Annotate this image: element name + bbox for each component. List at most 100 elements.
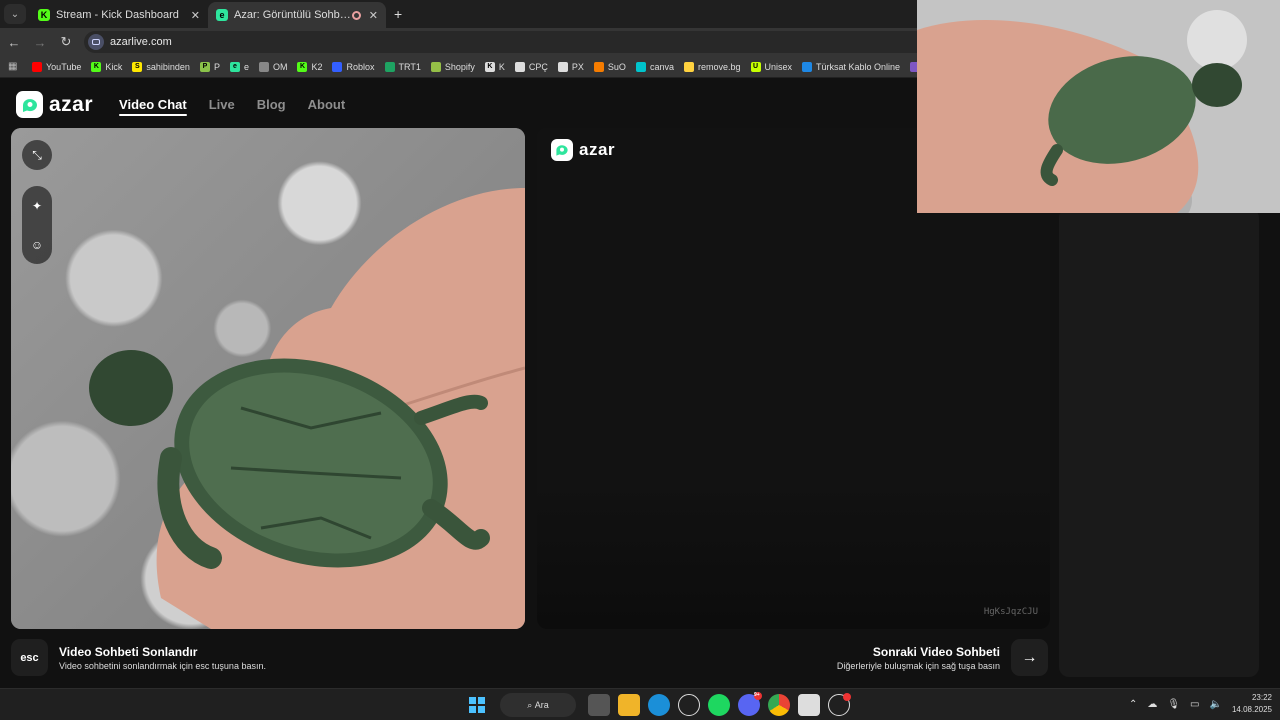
windows-start-icon[interactable] bbox=[466, 694, 488, 716]
recording-indicator-icon bbox=[351, 10, 361, 20]
azar-page: azar Video Chat Live Blog About ⤡ ✦ ☺ az… bbox=[0, 0, 1280, 688]
new-tab-button[interactable]: + bbox=[394, 6, 402, 22]
bookmark-label: TRT1 bbox=[398, 61, 421, 72]
bookmark-favicon-icon bbox=[593, 61, 604, 72]
whatsapp-icon[interactable] bbox=[798, 694, 820, 716]
search-label: Ara bbox=[534, 700, 549, 710]
bookmark-item[interactable]: K Kick bbox=[91, 61, 123, 72]
bookmark-favicon-icon: K bbox=[91, 61, 102, 72]
nav-video-chat[interactable]: Video Chat bbox=[119, 97, 187, 116]
nav-live[interactable]: Live bbox=[209, 97, 235, 112]
bookmark-item[interactable]: OM bbox=[258, 61, 287, 72]
kick-icon: K bbox=[38, 9, 50, 21]
bookmark-item[interactable]: canva bbox=[635, 61, 674, 72]
bookmark-label: P bbox=[213, 61, 220, 72]
azar-logo-icon bbox=[551, 139, 573, 161]
close-tab-icon[interactable]: ✕ bbox=[369, 9, 378, 22]
pip-turtle-frame bbox=[917, 0, 1280, 213]
task-view-icon[interactable] bbox=[588, 694, 610, 716]
volume-icon[interactable]: 🔈 bbox=[1210, 699, 1222, 710]
bookmark-item[interactable]: SuO bbox=[593, 61, 626, 72]
chatgpt-icon[interactable] bbox=[678, 694, 700, 716]
bookmark-item[interactable]: Roblox bbox=[332, 61, 375, 72]
network-icon[interactable]: ▭ bbox=[1190, 699, 1199, 710]
sparkle-effects-icon[interactable]: ✦ bbox=[32, 199, 42, 213]
bookmark-item[interactable]: KK bbox=[484, 61, 505, 72]
close-tab-icon[interactable]: ✕ bbox=[191, 9, 200, 22]
effects-toolbar: ✦ ☺ bbox=[22, 186, 52, 264]
bookmark-item[interactable]: Türksat Kablo Online bbox=[802, 61, 901, 72]
discord-badge: 9+ bbox=[754, 692, 762, 700]
bookmark-favicon-icon bbox=[332, 61, 343, 72]
bookmark-label: e bbox=[243, 61, 249, 72]
bookmark-favicon-icon bbox=[430, 61, 441, 72]
file-explorer-icon[interactable] bbox=[618, 694, 640, 716]
nav-about[interactable]: About bbox=[308, 97, 346, 112]
taskbar-apps: ⌕ Ara 9+ bbox=[462, 692, 854, 717]
watermark-text: azar bbox=[579, 140, 616, 159]
bookmark-label: Kick bbox=[105, 61, 123, 72]
clock[interactable]: 23:22 14.08.2025 bbox=[1232, 692, 1272, 716]
bookmark-favicon-icon bbox=[258, 61, 269, 72]
partner-id: HgKsJqzCJU bbox=[983, 607, 1038, 617]
tab-title: Stream - Kick Dashboard bbox=[56, 9, 179, 21]
edge-icon[interactable] bbox=[648, 694, 670, 716]
bookmark-item[interactable]: TRT1 bbox=[384, 61, 421, 72]
bookmark-label: Shopify bbox=[444, 61, 475, 72]
bookmark-item[interactable]: CPÇ bbox=[514, 61, 548, 72]
bookmark-favicon-icon bbox=[802, 61, 813, 72]
bookmark-favicon-icon: K bbox=[297, 61, 308, 72]
bookmark-label: PX bbox=[571, 61, 584, 72]
picture-in-picture-video[interactable] bbox=[917, 0, 1280, 213]
recording-dot bbox=[843, 693, 851, 701]
microphone-icon[interactable]: 🎙 bbox=[1167, 699, 1180, 710]
bookmark-item[interactable]: PP bbox=[199, 61, 220, 72]
azar-logo-icon[interactable] bbox=[16, 91, 43, 118]
site-info-icon[interactable] bbox=[88, 34, 104, 50]
chrome-icon[interactable] bbox=[768, 694, 790, 716]
nav-blog[interactable]: Blog bbox=[257, 97, 286, 112]
discord-icon[interactable]: 9+ bbox=[738, 692, 762, 716]
end-chat-description: Video sohbetini sonlandırmak için esc tu… bbox=[59, 661, 266, 671]
end-chat-button[interactable]: esc bbox=[11, 639, 48, 676]
tab-azar[interactable]: e Azar: Görüntülü Sohbet, Ar... ✕ bbox=[208, 2, 386, 28]
bookmark-item[interactable]: U Unisex bbox=[750, 61, 792, 72]
spotify-icon[interactable] bbox=[708, 694, 730, 716]
apps-grid-icon[interactable]: ▦ bbox=[8, 61, 20, 72]
onedrive-icon[interactable]: ☁ bbox=[1147, 699, 1157, 710]
reload-icon[interactable]: ↻ bbox=[54, 34, 78, 50]
bookmark-item[interactable]: PX bbox=[557, 61, 584, 72]
side-chat-panel bbox=[1059, 208, 1259, 677]
video-frame-turtle bbox=[89, 188, 525, 629]
exit-fullscreen-button[interactable]: ⤡ bbox=[22, 140, 52, 170]
next-chat-title: Sonraki Video Sohbeti bbox=[872, 645, 1000, 659]
obs-icon[interactable] bbox=[828, 693, 851, 716]
next-chat-button[interactable]: → bbox=[1011, 639, 1048, 676]
bookmark-favicon-icon: U bbox=[750, 61, 761, 72]
bookmark-label: Türksat Kablo Online bbox=[816, 61, 901, 72]
bookmark-item[interactable]: remove.bg bbox=[683, 61, 741, 72]
bookmark-favicon-icon bbox=[635, 61, 646, 72]
bookmark-label: CPÇ bbox=[528, 61, 548, 72]
tray-overflow-icon[interactable]: ⌃ bbox=[1129, 699, 1137, 710]
bookmark-label: K2 bbox=[311, 61, 323, 72]
bookmark-label: canva bbox=[649, 61, 674, 72]
bookmark-item[interactable]: Shopify bbox=[430, 61, 475, 72]
back-icon[interactable]: ← bbox=[2, 35, 26, 50]
face-filter-icon[interactable]: ☺ bbox=[31, 238, 43, 252]
url-field[interactable]: azarlive.com bbox=[84, 31, 944, 53]
next-chat-description: Diğerleriyle buluşmak için sağ tuşa bası… bbox=[836, 661, 1000, 671]
forward-icon[interactable]: → bbox=[28, 35, 52, 50]
bookmark-label: remove.bg bbox=[697, 61, 741, 72]
tab-kick-dashboard[interactable]: K Stream - Kick Dashboard ✕ bbox=[30, 2, 208, 28]
logo-text[interactable]: azar bbox=[49, 93, 93, 117]
bookmark-label: sahibinden bbox=[146, 61, 190, 72]
bookmark-item[interactable]: ee bbox=[229, 61, 249, 72]
taskbar-search[interactable]: ⌕ Ara bbox=[500, 693, 576, 717]
bookmark-item[interactable]: Ssahibinden bbox=[132, 61, 190, 72]
tab-search-button[interactable]: ⌄ bbox=[4, 4, 26, 24]
end-chat-title: Video Sohbeti Sonlandır bbox=[59, 645, 198, 659]
bookmark-item[interactable]: K K2 bbox=[297, 61, 323, 72]
arrow-right-icon: → bbox=[1021, 648, 1038, 666]
bookmark-item[interactable]: YouTube bbox=[32, 61, 81, 72]
